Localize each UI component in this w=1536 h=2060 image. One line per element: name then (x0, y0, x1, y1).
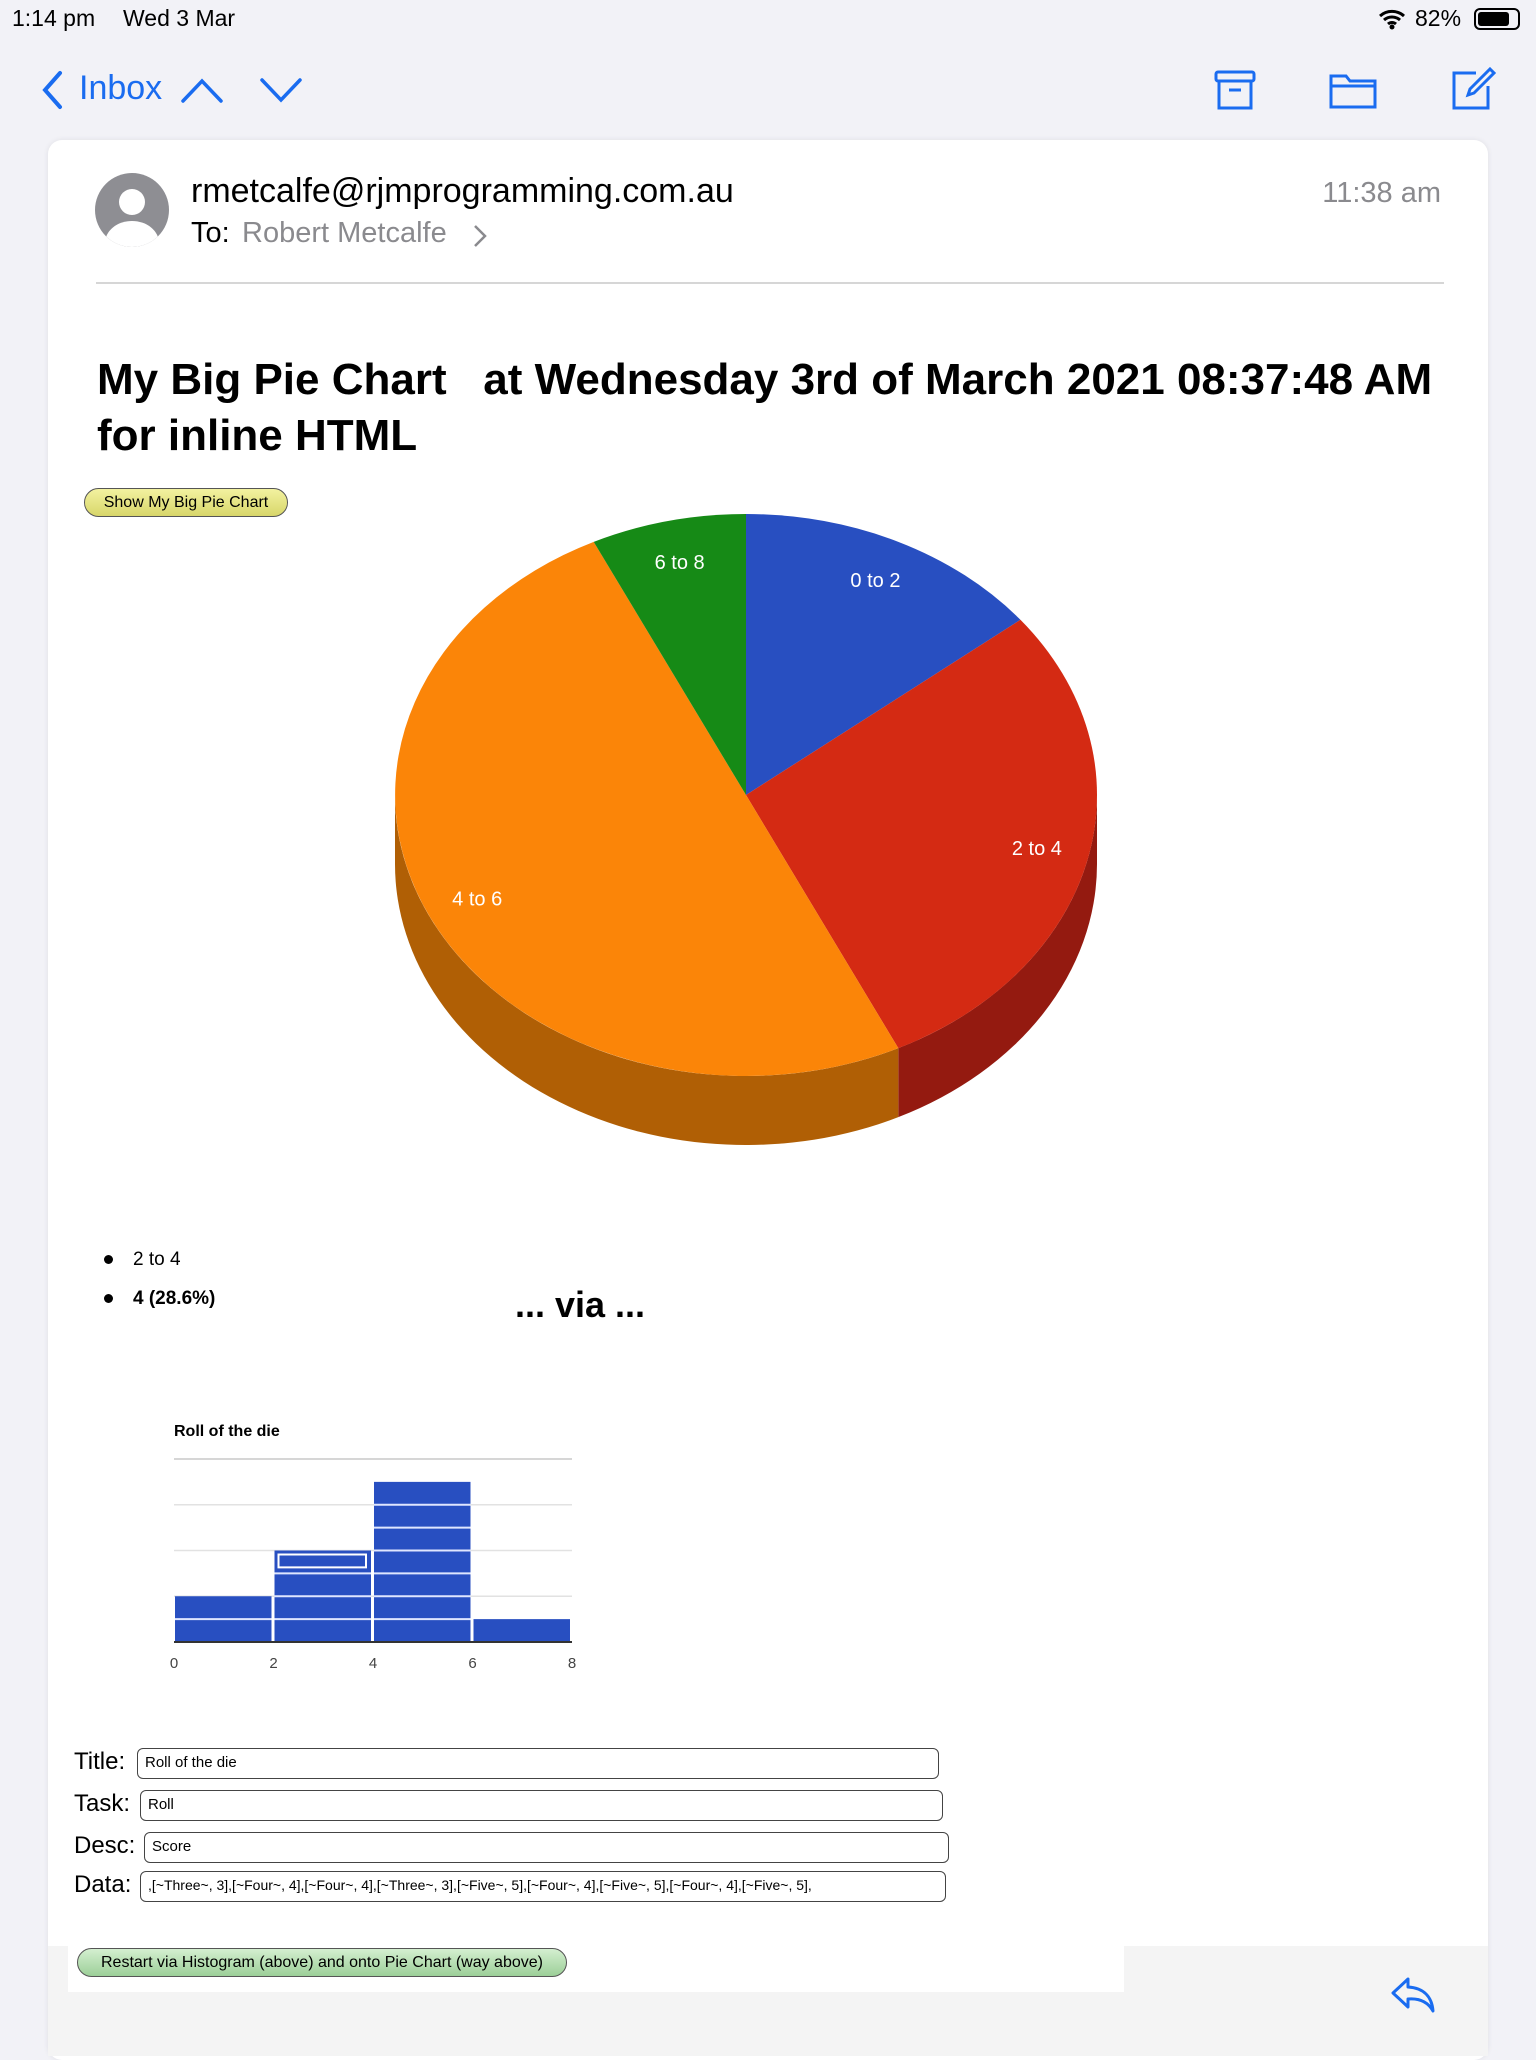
data-label: Data: (74, 1871, 132, 1898)
x-tick-label: 2 (269, 1655, 278, 1672)
title-input[interactable]: Roll of the die (137, 1748, 939, 1779)
restart-button[interactable]: Restart via Histogram (above) and onto P… (77, 1948, 567, 1977)
data-input[interactable]: ,[~Three~, 3],[~Four~, 4],[~Four~, 4],[~… (140, 1871, 946, 1902)
desc-label: Desc: (74, 1832, 136, 1859)
task-label: Task: (74, 1790, 131, 1817)
histogram-bar[interactable] (374, 1481, 471, 1642)
x-tick-label: 0 (169, 1655, 179, 1672)
desc-input[interactable]: Score (144, 1832, 949, 1863)
x-tick-label: 4 (368, 1655, 378, 1672)
task-input[interactable]: Roll (140, 1790, 943, 1821)
histogram-bar[interactable] (473, 1619, 571, 1642)
x-tick-label: 8 (567, 1655, 577, 1672)
pie-label: 2 to 4 (1012, 838, 1062, 860)
histogram-chart (174, 1458, 572, 1643)
title-label: Title: (74, 1748, 126, 1775)
pie-label: 0 to 2 (850, 570, 900, 592)
x-tick-label: 6 (468, 1655, 477, 1672)
reply-icon[interactable] (1390, 1975, 1436, 2015)
